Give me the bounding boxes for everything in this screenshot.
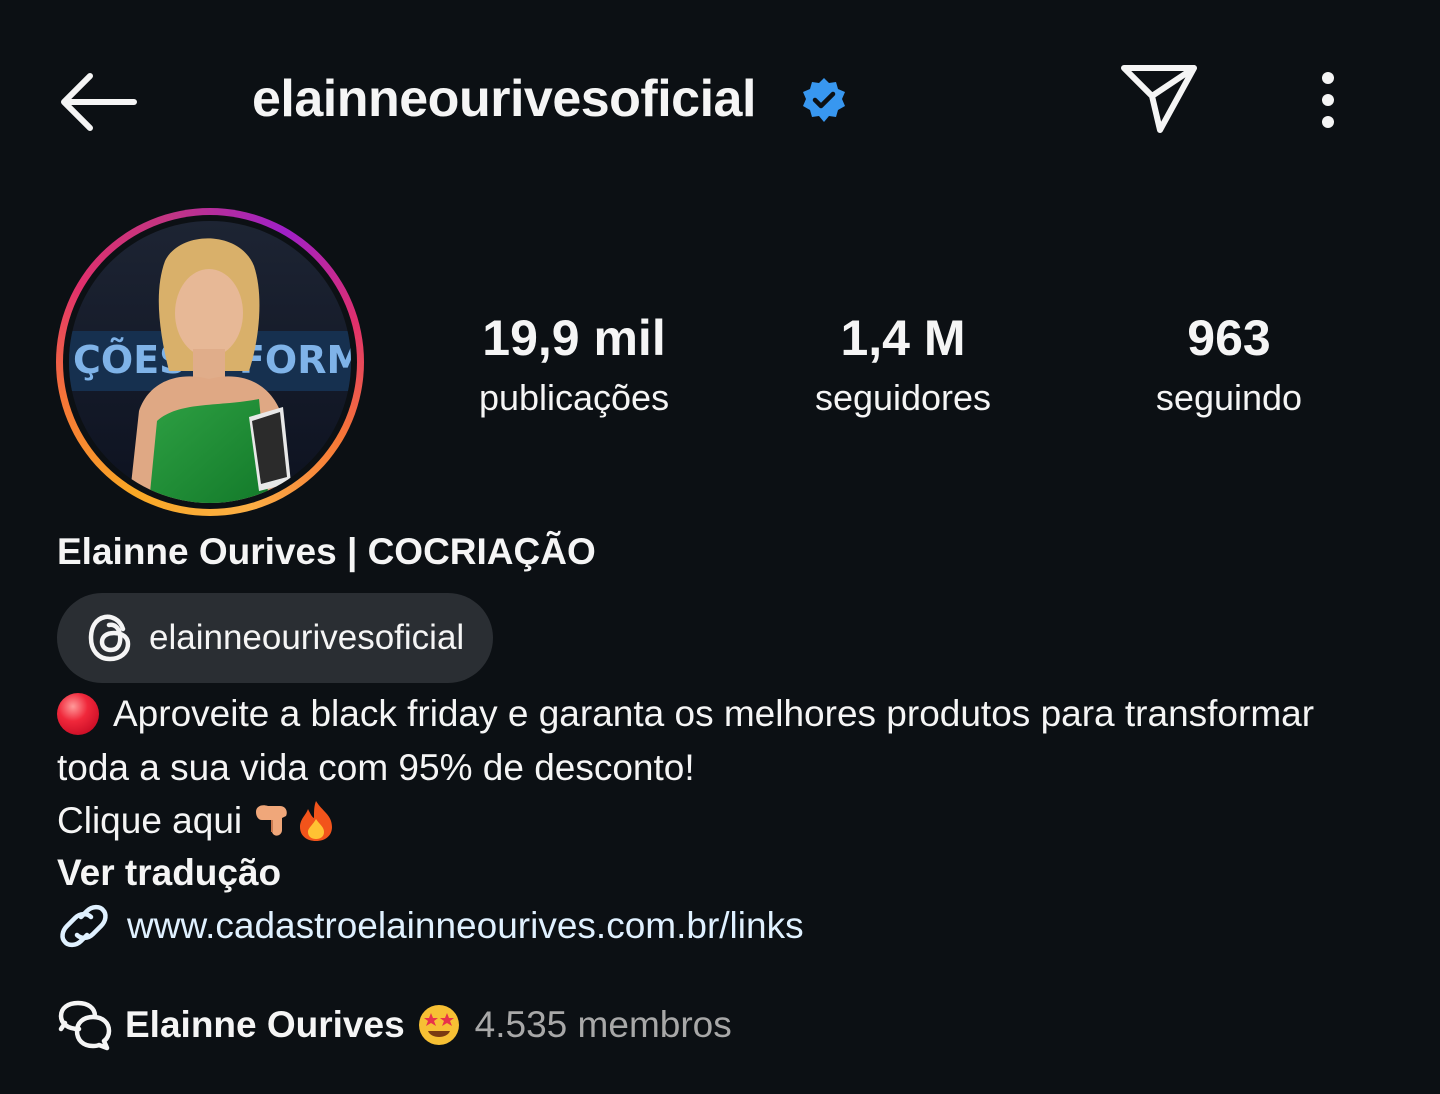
profile-username: elainneourivesoficial — [252, 70, 756, 128]
followers-count[interactable]: 1,4 M seguidores — [753, 306, 1053, 426]
profile-bio: Aproveite a black friday e garanta os me… — [57, 687, 1397, 848]
following-count-label: seguindo — [1155, 377, 1303, 418]
fire-emoji-icon — [300, 800, 333, 841]
following-count-value: 963 — [1187, 310, 1271, 366]
bio-text-2: toda a sua vida com 95% de desconto! — [57, 746, 695, 788]
channel-name: Elainne Ourives — [125, 1004, 405, 1045]
posts-count-value: 19,9 mil — [482, 310, 666, 366]
pointing-down-emoji-icon — [256, 805, 287, 836]
send-icon — [1121, 65, 1197, 133]
threads-profile-chip[interactable]: elainneourivesoficial — [57, 593, 493, 683]
send-message-button[interactable] — [1118, 60, 1202, 136]
threads-icon — [88, 614, 131, 662]
broadcast-channel-icon — [58, 1000, 112, 1051]
profile-avatar[interactable]: ÇÕES E FORMA — [56, 208, 364, 516]
threads-handle: elainneourivesoficial — [149, 618, 465, 657]
following-count[interactable]: 963 seguindo — [1079, 306, 1379, 426]
more-options-button[interactable] — [1304, 66, 1352, 136]
back-button[interactable] — [56, 66, 140, 138]
bio-line-2: toda a sua vida com 95% de desconto! — [57, 741, 1397, 795]
broadcast-channel[interactable]: Elainne Ourives 4.535 membros — [57, 996, 732, 1054]
back-arrow-icon — [61, 73, 137, 131]
red-circle-emoji-icon — [57, 692, 99, 735]
bio-text-1: Aproveite a black friday e garanta os me… — [113, 693, 1315, 734]
bio-text-3: Clique aqui — [57, 800, 243, 841]
more-options-icon — [1322, 72, 1334, 128]
followers-count-value: 1,4 M — [840, 310, 966, 366]
profile-full-name: Elainne Ourives | COCRIAÇÃO — [57, 531, 596, 572]
link-icon — [60, 904, 108, 948]
verified-badge-icon — [800, 76, 848, 124]
posts-count[interactable]: 19,9 mil publicações — [424, 306, 724, 426]
bio-line-1: Aproveite a black friday e garanta os me… — [57, 687, 1397, 741]
bio-link-url: www.cadastroelainneourives.com.br/links — [127, 905, 804, 946]
channel-members-count: 4.535 membros — [474, 1004, 732, 1045]
see-translation-link[interactable]: Ver tradução — [57, 848, 281, 898]
followers-count-label: seguidores — [814, 377, 992, 418]
posts-count-label: publicações — [478, 377, 670, 418]
bio-line-3: Clique aqui — [57, 794, 1397, 848]
bio-link[interactable]: www.cadastroelainneourives.com.br/links — [57, 898, 804, 954]
avatar-photo: ÇÕES E FORMA — [69, 221, 351, 503]
star-struck-emoji-icon — [418, 1005, 459, 1045]
